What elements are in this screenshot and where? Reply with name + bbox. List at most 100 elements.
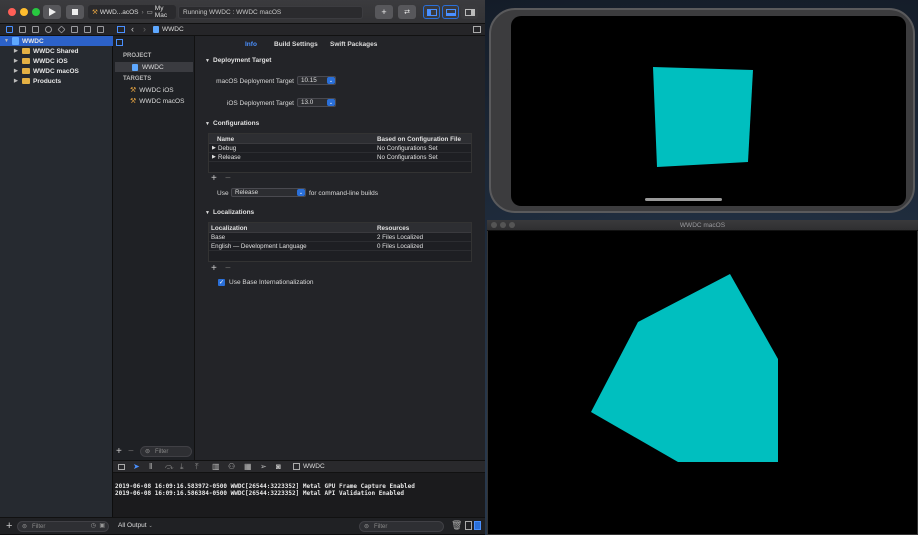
column-header-name[interactable]: Name (217, 136, 234, 143)
simulator-screen[interactable] (511, 16, 906, 206)
table-row[interactable]: ▶ Release No Configurations Set (209, 153, 471, 162)
simulate-location-icon[interactable]: ➢ (260, 462, 267, 471)
related-items-icon[interactable] (117, 26, 125, 33)
forward-button[interactable]: › (143, 24, 146, 34)
breakpoints-toggle-icon[interactable]: ➤ (133, 462, 140, 471)
step-out-icon[interactable]: ⤒ (195, 462, 199, 472)
ios-deployment-popup[interactable]: 13.0 ⌄ (297, 98, 336, 107)
console-view-toggle-icon[interactable] (474, 521, 481, 530)
add-configuration-button[interactable]: + (211, 173, 217, 184)
scheme-selector[interactable]: ⚒ WWD...acOS › ▭ My Mac (88, 5, 176, 19)
hide-debug-area-icon[interactable] (118, 464, 125, 470)
trash-icon[interactable]: 🗑 (451, 520, 462, 531)
hide-targets-list-icon[interactable] (116, 39, 123, 46)
close-window-button[interactable] (491, 222, 497, 228)
code-review-button[interactable]: ⇄ (398, 5, 416, 19)
tab-info[interactable]: Info (245, 41, 257, 48)
memory-graph-icon[interactable]: ⚇ (228, 462, 235, 471)
add-file-button[interactable]: + (6, 520, 12, 532)
toggle-inspector-button[interactable] (461, 5, 478, 19)
find-navigator-icon[interactable] (45, 26, 52, 33)
tree-item-group[interactable]: ▶ Products (0, 76, 113, 86)
breadcrumb[interactable]: WWDC (153, 26, 184, 33)
project-row[interactable]: WWDC (115, 62, 193, 72)
target-row[interactable]: ⚒ WWDC macOS (130, 97, 184, 106)
tab-swift-packages[interactable]: Swift Packages (330, 41, 377, 48)
library-button[interactable]: + (375, 5, 393, 19)
maximize-window-button[interactable] (32, 8, 40, 16)
plus-icon: + (381, 7, 387, 17)
recent-files-icon[interactable]: ◷ (91, 522, 96, 529)
configurations-section-header[interactable]: ▼ Configurations (205, 120, 259, 127)
remove-configuration-button[interactable]: − (225, 173, 231, 184)
navigator-selector-bar (0, 24, 113, 36)
console-area[interactable]: 2019-06-08 16:09:16.583972-0500 WWDC[265… (113, 473, 485, 517)
xcode-toolbar: ⚒ WWD...acOS › ▭ My Mac Running WWDC : W… (0, 0, 485, 24)
debug-navigator-icon[interactable] (84, 26, 91, 33)
breakpoint-navigator-icon[interactable] (97, 26, 104, 33)
command-line-config-value: Release (235, 189, 259, 196)
mac-rendered-shape (591, 274, 778, 462)
debug-view-hierarchy-icon[interactable]: ▥ (212, 462, 220, 471)
add-localization-button[interactable]: + (211, 263, 217, 274)
process-selector[interactable]: WWDC (293, 463, 325, 470)
table-row[interactable]: Base 2 Files Localized (209, 233, 471, 242)
camera-icon[interactable]: ◙ (276, 462, 281, 471)
pause-icon[interactable]: ‖ (149, 462, 152, 471)
deployment-section-header[interactable]: ▼ Deployment Target (205, 57, 271, 64)
column-header-localization[interactable]: Localization (211, 225, 247, 232)
use-suffix-label: for command-line builds (309, 190, 379, 197)
console-filter-field[interactable]: ⊜ Filter (359, 521, 444, 532)
remove-localization-button[interactable]: − (225, 263, 231, 274)
disclosure-closed-icon: ▶ (14, 58, 18, 64)
table-row[interactable]: ▶ Debug No Configurations Set (209, 144, 471, 153)
add-target-button[interactable]: + (116, 446, 122, 457)
variables-view-toggle-icon[interactable] (465, 521, 472, 530)
tab-build-settings[interactable]: Build Settings (274, 41, 318, 48)
chevron-up-down-icon: ⌄ (148, 522, 153, 529)
step-into-icon[interactable]: ⤓ (180, 462, 184, 472)
target-row[interactable]: ⚒ WWDC iOS (130, 86, 174, 95)
navigator-filter-field[interactable]: ⊜ Filter ◷ ▣ (17, 521, 109, 532)
table-row[interactable]: English — Development Language 0 Files L… (209, 242, 471, 251)
column-header-based-on[interactable]: Based on Configuration File (377, 136, 461, 143)
issue-navigator-icon[interactable] (57, 25, 66, 34)
source-control-filter-icon[interactable]: ▣ (99, 522, 105, 529)
symbol-navigator-icon[interactable] (32, 26, 39, 33)
mac-window-titlebar: WWDC macOS (487, 220, 918, 231)
config-name: Release (218, 154, 241, 161)
stop-button[interactable] (66, 5, 84, 19)
tree-item-group[interactable]: ▶ WWDC Shared (0, 46, 113, 56)
toggle-navigator-button[interactable] (423, 5, 440, 19)
macos-deployment-popup[interactable]: 10.15 ⌄ (297, 76, 336, 85)
close-window-button[interactable] (8, 8, 16, 16)
command-line-config-popup[interactable]: Release ⌄ (231, 188, 306, 197)
localization-name: Base (211, 234, 226, 241)
minimize-window-button[interactable] (500, 222, 506, 228)
gpu-frame-capture-icon[interactable]: ▦ (244, 462, 252, 471)
source-control-icon[interactable] (19, 26, 26, 33)
toggle-debug-area-button[interactable] (442, 5, 459, 19)
output-selector-label: All Output (118, 522, 147, 529)
app-target-icon: ⚒ (130, 98, 137, 105)
add-editor-icon[interactable] (473, 26, 481, 33)
filter-placeholder: Filter (155, 448, 169, 455)
minimize-window-button[interactable] (20, 8, 28, 16)
back-button[interactable]: ‹ (131, 24, 134, 34)
table-header: Name Based on Configuration File (209, 134, 471, 144)
output-selector[interactable]: All Output ⌄ (118, 522, 153, 529)
project-navigator-icon[interactable] (6, 26, 13, 33)
mac-app-window[interactable] (487, 220, 918, 535)
column-header-resources[interactable]: Resources (377, 225, 409, 232)
tree-item-group[interactable]: ▶ WWDC macOS (0, 66, 113, 76)
targets-filter-field[interactable]: ⊜ Filter (140, 446, 192, 457)
remove-target-button[interactable]: − (128, 446, 134, 457)
maximize-window-button[interactable] (509, 222, 515, 228)
test-navigator-icon[interactable] (71, 26, 78, 33)
step-over-icon[interactable]: ⤼ (165, 462, 174, 472)
localizations-section-header[interactable]: ▼ Localizations (205, 209, 254, 216)
base-internationalization-checkbox[interactable]: ✓ Use Base Internationalization (218, 279, 314, 286)
tree-item-group[interactable]: ▶ WWDC iOS (0, 56, 113, 66)
tree-item-project[interactable]: ▼ WWDC (0, 36, 113, 46)
run-button[interactable] (43, 5, 61, 19)
